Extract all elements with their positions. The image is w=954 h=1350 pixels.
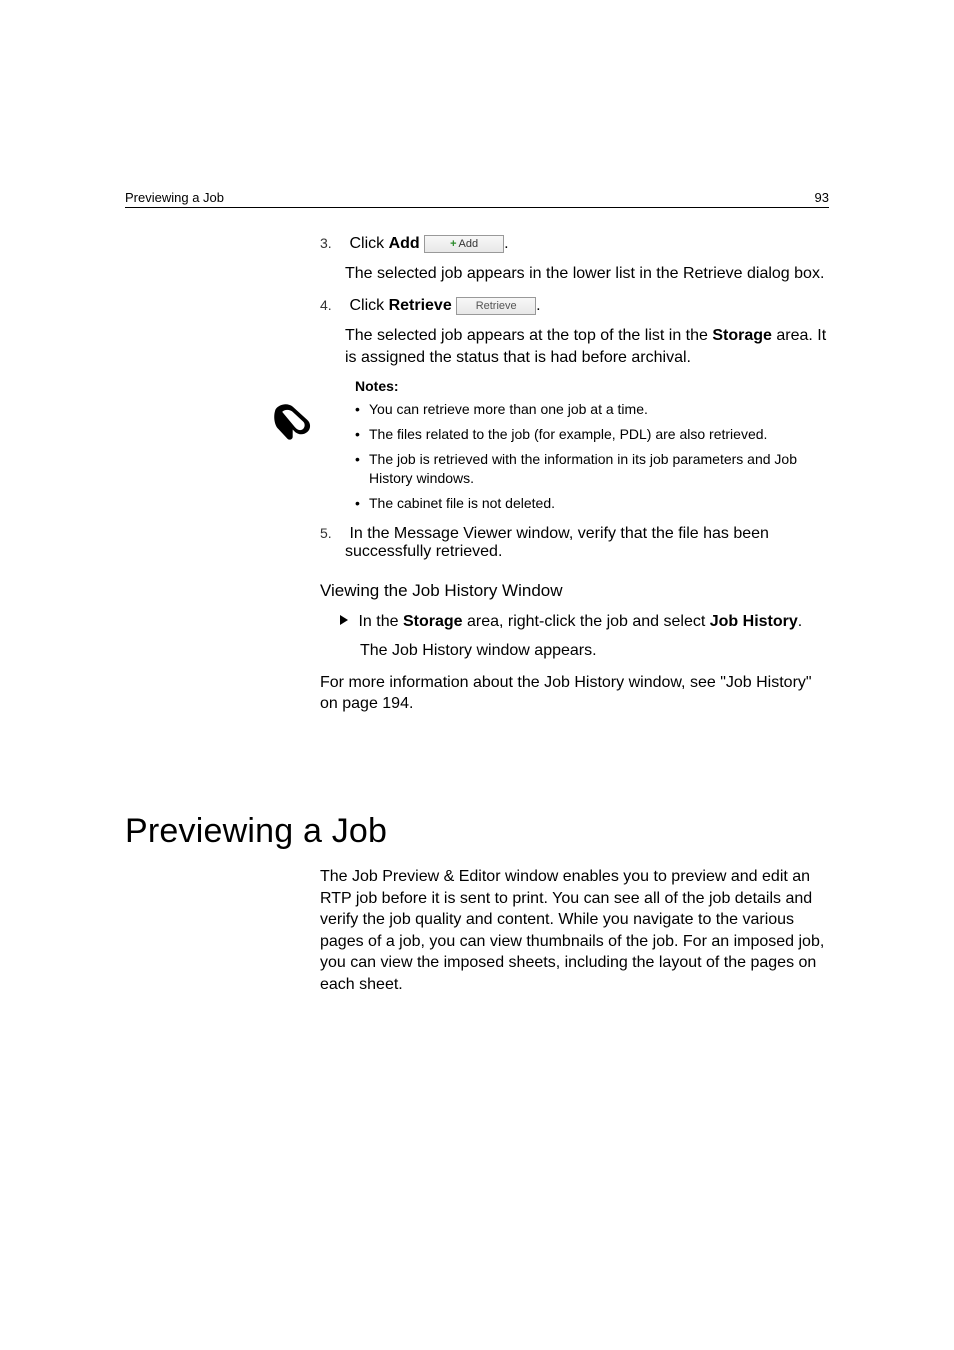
notes-block: Notes: You can retrieve more than one jo… — [345, 378, 829, 512]
ui-term: Job History — [710, 613, 798, 630]
add-button[interactable]: +Add — [424, 235, 504, 253]
step-number: 4. — [320, 297, 345, 313]
step-number: 5. — [320, 525, 345, 541]
list-item: The job is retrieved with the informatio… — [345, 450, 829, 488]
step-text: Click — [349, 297, 388, 314]
list-item: The files related to the job (for exampl… — [345, 425, 829, 444]
text-run: In the — [358, 613, 402, 630]
list-item: You can retrieve more than one job at a … — [345, 400, 829, 419]
action-result: The Job History window appears. — [360, 640, 829, 662]
step-result: The selected job appears at the top of t… — [345, 325, 829, 368]
section-title: Previewing a Job — [125, 812, 387, 851]
procedure-steps: 3. Click Add +Add. The selected job appe… — [320, 235, 829, 561]
step-number: 3. — [320, 235, 345, 251]
notes-list: You can retrieve more than one job at a … — [345, 400, 829, 512]
plus-icon: + — [450, 238, 456, 250]
cross-reference: For more information about the Job Histo… — [320, 672, 829, 715]
header-page-number: 93 — [815, 190, 829, 205]
text-run: . — [798, 613, 802, 630]
step-text: In the Message Viewer window, verify tha… — [345, 525, 769, 560]
step-punct: . — [504, 235, 508, 252]
add-button-label: Add — [459, 238, 479, 250]
notes-heading: Notes: — [355, 378, 829, 394]
text-run: area, right-click the job and select — [463, 613, 710, 630]
ui-term: Add — [389, 235, 420, 252]
action-line: In the Storage area, right-click the job… — [340, 611, 829, 633]
ui-term: Retrieve — [389, 297, 452, 314]
step-5: 5. In the Message Viewer window, verify … — [320, 525, 829, 561]
text-run: The selected job appears at the top of t… — [345, 327, 712, 344]
header-left: Previewing a Job — [125, 190, 224, 205]
section-paragraph: The Job Preview & Editor window enables … — [320, 866, 829, 996]
step-punct: . — [536, 297, 540, 314]
step-3: 3. Click Add +Add. The selected job appe… — [320, 235, 829, 285]
ui-term: Storage — [403, 613, 463, 630]
retrieve-button[interactable]: Retrieve — [456, 297, 536, 315]
step-text: Click — [349, 235, 388, 252]
step-4: 4. Click Retrieve Retrieve. The selected… — [320, 297, 829, 513]
retrieve-button-label: Retrieve — [476, 300, 517, 312]
list-item: The cabinet file is not deleted. — [345, 494, 829, 513]
step-result: The selected job appears in the lower li… — [345, 263, 829, 285]
note-margin-icon — [273, 400, 323, 447]
ui-term: Storage — [712, 327, 772, 344]
page-header: Previewing a Job 93 — [125, 190, 829, 208]
pointing-hand-icon — [273, 429, 315, 446]
triangle-bullet-icon — [340, 615, 348, 625]
sub-heading: Viewing the Job History Window — [320, 581, 829, 601]
